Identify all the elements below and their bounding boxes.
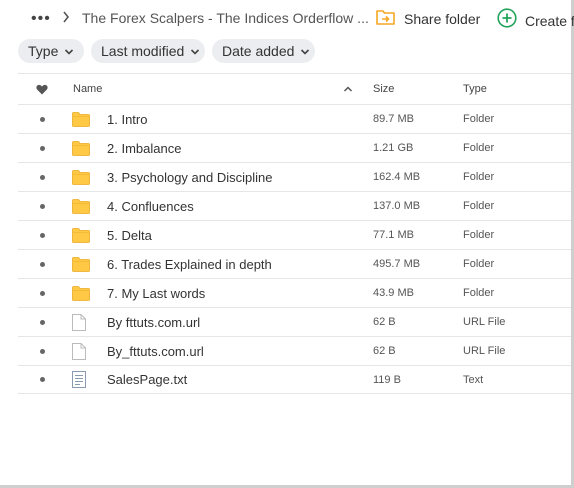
table-body: 1. Intro 89.7 MB Folder 2. Imbalance 1.21 GB… xyxy=(18,104,571,394)
bullet-icon xyxy=(39,319,45,325)
file-type: URL File xyxy=(463,316,506,328)
file-name[interactable]: 5. Delta xyxy=(107,221,152,249)
plus-circle-icon xyxy=(497,8,517,33)
file-size: 77.1 MB xyxy=(373,229,414,241)
chevron-down-icon xyxy=(190,43,200,59)
favorite-toggle[interactable] xyxy=(35,163,49,191)
folder-icon xyxy=(72,279,90,307)
share-folder-label: Share folder xyxy=(404,11,481,27)
table-row[interactable]: 7. My Last words 43.9 MB Folder xyxy=(18,278,571,307)
file-type: Folder xyxy=(463,200,495,212)
column-header-size[interactable]: Size xyxy=(373,74,394,104)
column-header-type[interactable]: Type xyxy=(463,74,487,104)
file-type: URL File xyxy=(463,345,506,357)
file-type: Folder xyxy=(463,258,495,270)
file-type: Folder xyxy=(463,142,495,154)
file-size: 89.7 MB xyxy=(373,113,414,125)
table-row[interactable]: 5. Delta 77.1 MB Folder xyxy=(18,220,571,249)
filter-last-modified[interactable]: Last modified xyxy=(91,39,205,63)
chevron-down-icon xyxy=(64,43,74,59)
file-icon xyxy=(72,337,90,365)
filter-type[interactable]: Type xyxy=(18,39,84,63)
bullet-icon xyxy=(39,261,45,267)
bullet-icon xyxy=(39,377,45,382)
breadcrumb-current-folder[interactable]: The Forex Scalpers - The Indices Orderfl… xyxy=(82,10,369,26)
table-row[interactable]: 6. Trades Explained in depth 495.7 MB Fold… xyxy=(18,249,571,278)
table-row[interactable]: 2. Imbalance 1.21 GB Folder xyxy=(18,133,571,162)
bullet-icon xyxy=(39,116,45,122)
favorite-toggle[interactable] xyxy=(35,250,49,278)
file-icon xyxy=(72,308,90,336)
file-size: 1.21 GB xyxy=(373,142,414,154)
bullet-icon xyxy=(39,232,45,238)
more-options-icon[interactable]: ••• xyxy=(31,10,51,28)
folder-icon xyxy=(72,163,90,191)
bullet-icon xyxy=(39,290,45,296)
chevron-down-icon xyxy=(300,43,310,59)
file-name[interactable]: 1. Intro xyxy=(107,105,147,133)
file-size: 495.7 MB xyxy=(373,258,421,270)
table-row[interactable]: 3. Psychology and Discipline 162.4 MB Fold… xyxy=(18,162,571,191)
file-name[interactable]: By_fttuts.com.url xyxy=(107,337,204,365)
file-table: Name Size Type 1. Intro 89.7 MB Folder 2. I… xyxy=(18,73,571,394)
share-folder-button[interactable]: Share folder xyxy=(376,8,480,30)
file-size: 43.9 MB xyxy=(373,287,414,299)
favorite-toggle[interactable] xyxy=(35,308,49,336)
file-type: Folder xyxy=(463,229,495,241)
chevron-right-icon xyxy=(62,10,70,29)
file-size: 119 B xyxy=(373,373,401,386)
favorite-toggle[interactable] xyxy=(35,134,49,162)
file-name[interactable]: 2. Imbalance xyxy=(107,134,181,162)
filter-date-added-label: Date added xyxy=(222,43,295,59)
file-type: Folder xyxy=(463,113,495,125)
favorite-toggle[interactable] xyxy=(35,337,49,365)
text-file-icon xyxy=(72,366,90,393)
file-name[interactable]: 6. Trades Explained in depth xyxy=(107,250,272,278)
file-name[interactable]: 7. My Last words xyxy=(107,279,205,307)
filter-last-modified-label: Last modified xyxy=(101,43,185,59)
sort-ascending-icon[interactable] xyxy=(343,74,353,104)
folder-icon xyxy=(72,192,90,220)
file-type: Folder xyxy=(463,287,495,299)
share-folder-icon xyxy=(376,8,395,30)
file-size: 62 B xyxy=(373,316,396,328)
folder-icon xyxy=(72,250,90,278)
file-name[interactable]: 3. Psychology and Discipline xyxy=(107,163,272,191)
favorite-toggle[interactable] xyxy=(35,221,49,249)
favorite-toggle[interactable] xyxy=(35,192,49,220)
file-name[interactable]: SalesPage.txt xyxy=(107,366,187,393)
favorite-toggle[interactable] xyxy=(35,366,49,393)
favorite-toggle[interactable] xyxy=(35,105,49,133)
table-row[interactable]: By_fttuts.com.url 62 B URL File xyxy=(18,336,571,365)
filter-date-added[interactable]: Date added xyxy=(212,39,315,63)
file-name[interactable]: By fttuts.com.url xyxy=(107,308,200,336)
file-name[interactable]: 4. Confluences xyxy=(107,192,194,220)
table-row[interactable]: By fttuts.com.url 62 B URL File xyxy=(18,307,571,336)
table-row[interactable]: SalesPage.txt 119 B Text xyxy=(18,365,571,394)
file-size: 62 B xyxy=(373,345,396,357)
table-header: Name Size Type xyxy=(18,73,571,104)
bullet-icon xyxy=(39,174,45,180)
heart-icon[interactable] xyxy=(35,74,49,104)
file-type: Text xyxy=(463,373,484,386)
folder-icon xyxy=(72,221,90,249)
bullet-icon xyxy=(39,348,45,354)
filter-type-label: Type xyxy=(28,43,59,59)
file-type: Folder xyxy=(463,171,495,183)
file-size: 162.4 MB xyxy=(373,171,421,183)
table-row[interactable]: 1. Intro 89.7 MB Folder xyxy=(18,104,571,133)
favorite-toggle[interactable] xyxy=(35,279,49,307)
folder-icon xyxy=(72,105,90,133)
bullet-icon xyxy=(39,203,45,209)
file-size: 137.0 MB xyxy=(373,200,421,212)
create-button[interactable]: Create f xyxy=(497,8,574,33)
column-header-name[interactable]: Name xyxy=(73,74,102,104)
folder-icon xyxy=(72,134,90,162)
table-row[interactable]: 4. Confluences 137.0 MB Folder xyxy=(18,191,571,220)
top-bar: ••• The Forex Scalpers - The Indices Ord… xyxy=(0,0,574,36)
bullet-icon xyxy=(39,145,45,151)
create-label: Create f xyxy=(525,12,574,29)
